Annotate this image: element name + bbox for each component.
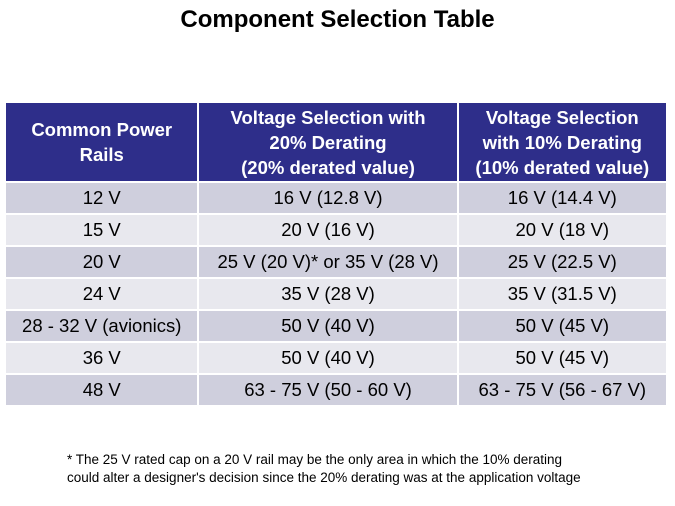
header-10-percent-derating: Voltage Selection with 10% Derating (10%… (456, 101, 669, 183)
header-common-power-rails: Common Power Rails (3, 101, 200, 183)
table-row: 15 V 20 V (16 V) 20 V (18 V) (3, 213, 669, 247)
table-row: 28 - 32 V (avionics) 50 V (40 V) 50 V (4… (3, 309, 669, 343)
cell-rail: 12 V (3, 181, 200, 215)
table-row: 20 V 25 V (20 V)* or 35 V (28 V) 25 V (2… (3, 245, 669, 279)
cell-20-derating: 50 V (40 V) (197, 309, 459, 343)
table-row: 24 V 35 V (28 V) 35 V (31.5 V) (3, 277, 669, 311)
header-20-percent-derating: Voltage Selection with 20% Derating (20%… (197, 101, 459, 183)
cell-rail: 24 V (3, 277, 200, 311)
cell-20-derating: 35 V (28 V) (197, 277, 459, 311)
cell-10-derating: 50 V (45 V) (456, 341, 669, 375)
cell-rail: 48 V (3, 373, 200, 407)
table-row: 48 V 63 - 75 V (50 - 60 V) 63 - 75 V (56… (3, 373, 669, 407)
cell-rail: 36 V (3, 341, 200, 375)
cell-10-derating: 20 V (18 V) (456, 213, 669, 247)
table-row: 36 V 50 V (40 V) 50 V (45 V) (3, 341, 669, 375)
cell-10-derating: 25 V (22.5 V) (456, 245, 669, 279)
cell-10-derating: 16 V (14.4 V) (456, 181, 669, 215)
cell-rail: 15 V (3, 213, 200, 247)
footnote: * The 25 V rated cap on a 20 V rail may … (67, 451, 581, 487)
cell-20-derating: 50 V (40 V) (197, 341, 459, 375)
cell-20-derating: 25 V (20 V)* or 35 V (28 V) (197, 245, 459, 279)
cell-10-derating: 63 - 75 V (56 - 67 V) (456, 373, 669, 407)
cell-10-derating: 35 V (31.5 V) (456, 277, 669, 311)
cell-20-derating: 63 - 75 V (50 - 60 V) (197, 373, 459, 407)
cell-rail: 28 - 32 V (avionics) (3, 309, 200, 343)
footnote-line: could alter a designer's decision since … (67, 470, 581, 485)
footnote-line: * The 25 V rated cap on a 20 V rail may … (67, 452, 563, 467)
cell-20-derating: 20 V (16 V) (197, 213, 459, 247)
page-title: Component Selection Table (180, 6, 495, 33)
table-header-row: Common Power Rails Voltage Selection wit… (3, 101, 669, 183)
cell-20-derating: 16 V (12.8 V) (197, 181, 459, 215)
cell-10-derating: 50 V (45 V) (456, 309, 669, 343)
table-row: 12 V 16 V (12.8 V) 16 V (14.4 V) (3, 181, 669, 215)
component-selection-table: Common Power Rails Voltage Selection wit… (3, 101, 669, 407)
cell-rail: 20 V (3, 245, 200, 279)
